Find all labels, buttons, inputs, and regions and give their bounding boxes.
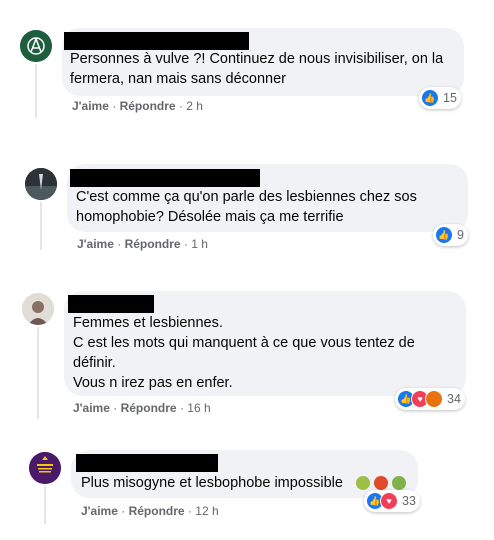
thread-line — [35, 64, 37, 118]
thread-line — [44, 486, 46, 524]
avatar[interactable] — [20, 30, 52, 62]
reaction-summary[interactable]: 👍 ♥ 34 — [395, 388, 465, 410]
comment-text: C'est comme ça qu'on parle des lesbienne… — [76, 189, 417, 225]
comment-actions: J'aime · Répondre · 12 h — [81, 504, 219, 518]
comment-actions: J'aime · Répondre · 16 h — [73, 401, 211, 415]
avatar[interactable] — [29, 452, 61, 484]
reaction-count: 15 — [443, 91, 457, 105]
avatar[interactable] — [25, 168, 57, 200]
comment-text: Personnes à vulve ?! Continuez de nous i… — [70, 51, 444, 87]
timestamp[interactable]: 12 h — [195, 504, 218, 518]
reply-link[interactable]: Répondre — [125, 237, 181, 251]
group-logo-icon — [29, 452, 61, 484]
timestamp[interactable]: 16 h — [187, 401, 210, 415]
comment-actions: J'aime · Répondre · 2 h — [72, 99, 203, 113]
reaction-summary[interactable]: 👍 9 — [433, 224, 468, 246]
author-name-redacted[interactable] — [76, 454, 218, 472]
reply-link[interactable]: Répondre — [121, 401, 177, 415]
timestamp[interactable]: 1 h — [191, 237, 208, 251]
reaction-count: 9 — [457, 228, 464, 242]
timestamp[interactable]: 2 h — [186, 99, 203, 113]
like-link[interactable]: J'aime — [81, 504, 118, 518]
anarchy-logo-icon — [20, 30, 52, 62]
reaction-count: 33 — [402, 494, 416, 508]
reaction-count: 34 — [447, 392, 461, 406]
love-reaction-icon: ♥ — [380, 492, 398, 510]
comment-text: Plus misogyne et lesbophobe impossible — [81, 475, 343, 491]
thread-line — [40, 202, 42, 250]
author-name-redacted[interactable] — [64, 32, 249, 50]
author-name-redacted[interactable] — [68, 295, 154, 313]
angry-reaction-icon — [425, 390, 443, 408]
face-sick-icon — [392, 476, 406, 490]
face-vomiting-icon — [356, 476, 370, 490]
comment-text: Femmes et lesbiennes. C est les mots qui… — [73, 315, 415, 391]
like-link[interactable]: J'aime — [77, 237, 114, 251]
like-reaction-icon: 👍 — [435, 226, 453, 244]
face-swearing-icon — [374, 476, 388, 490]
like-link[interactable]: J'aime — [72, 99, 109, 113]
profile-photo-icon — [25, 168, 57, 200]
author-name-redacted[interactable] — [70, 169, 260, 187]
profile-photo-icon — [22, 293, 54, 325]
reply-link[interactable]: Répondre — [120, 99, 176, 113]
thread-line — [37, 327, 39, 419]
like-reaction-icon: 👍 — [421, 89, 439, 107]
reply-link[interactable]: Répondre — [129, 504, 185, 518]
reaction-summary[interactable]: 👍 15 — [419, 87, 461, 109]
reaction-summary[interactable]: 👍 ♥ 33 — [364, 490, 420, 512]
like-link[interactable]: J'aime — [73, 401, 110, 415]
comment-actions: J'aime · Répondre · 1 h — [77, 237, 208, 251]
avatar[interactable] — [22, 293, 54, 325]
emoji-group — [356, 476, 406, 490]
